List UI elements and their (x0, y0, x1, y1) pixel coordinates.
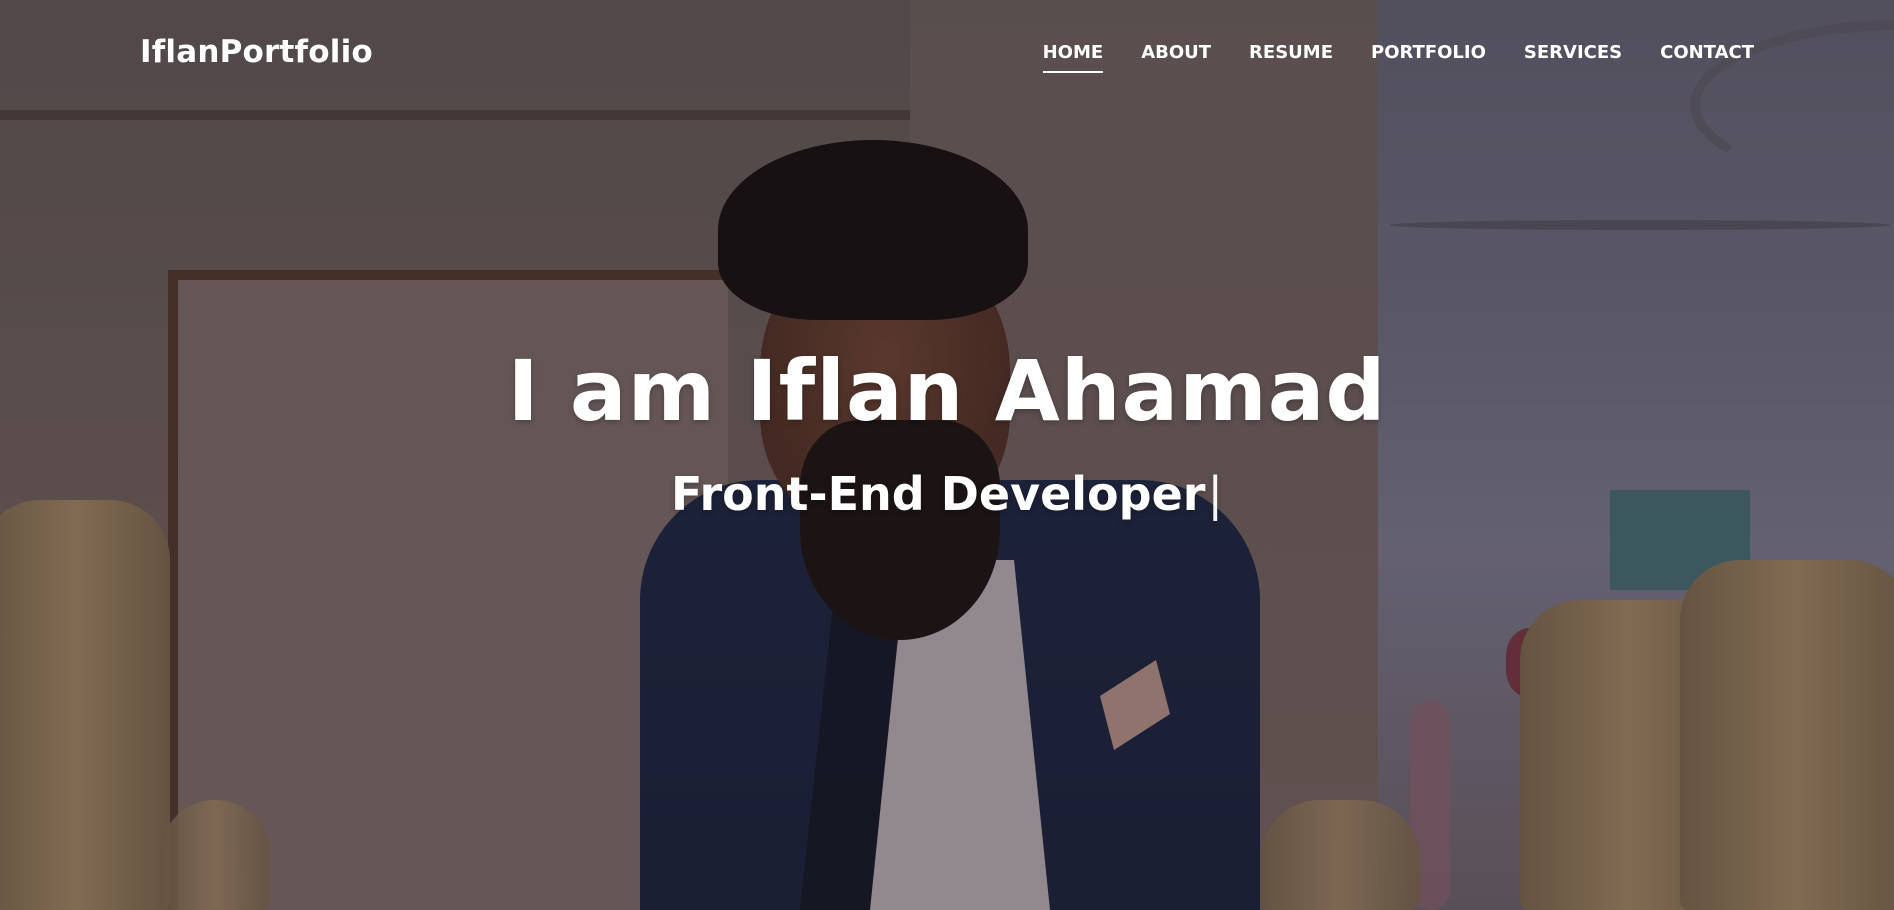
hero-text: I am Iflan Ahamad Front-End Developer| (0, 345, 1894, 520)
nav-item-contact[interactable]: CONTACT (1660, 34, 1754, 71)
hero-section: IflanPortfolio HOME ABOUT RESUME PORTFOL… (0, 0, 1894, 910)
nav-item-services[interactable]: SERVICES (1524, 34, 1622, 71)
typing-cursor: | (1207, 467, 1223, 522)
nav-item-portfolio[interactable]: PORTFOLIO (1371, 34, 1486, 71)
nav-item-home[interactable]: HOME (1042, 34, 1103, 73)
typed-role-text: Front-End Developer (671, 467, 1206, 522)
nav-item-resume[interactable]: RESUME (1249, 34, 1333, 71)
nav-item-about[interactable]: ABOUT (1141, 34, 1211, 71)
site-header: IflanPortfolio HOME ABOUT RESUME PORTFOL… (0, 0, 1894, 104)
main-nav: HOME ABOUT RESUME PORTFOLIO SERVICES CON… (1042, 34, 1754, 73)
hero-title: I am Iflan Ahamad (507, 342, 1387, 440)
hero-subtitle: Front-End Developer| (0, 469, 1894, 520)
site-logo[interactable]: IflanPortfolio (140, 34, 373, 70)
